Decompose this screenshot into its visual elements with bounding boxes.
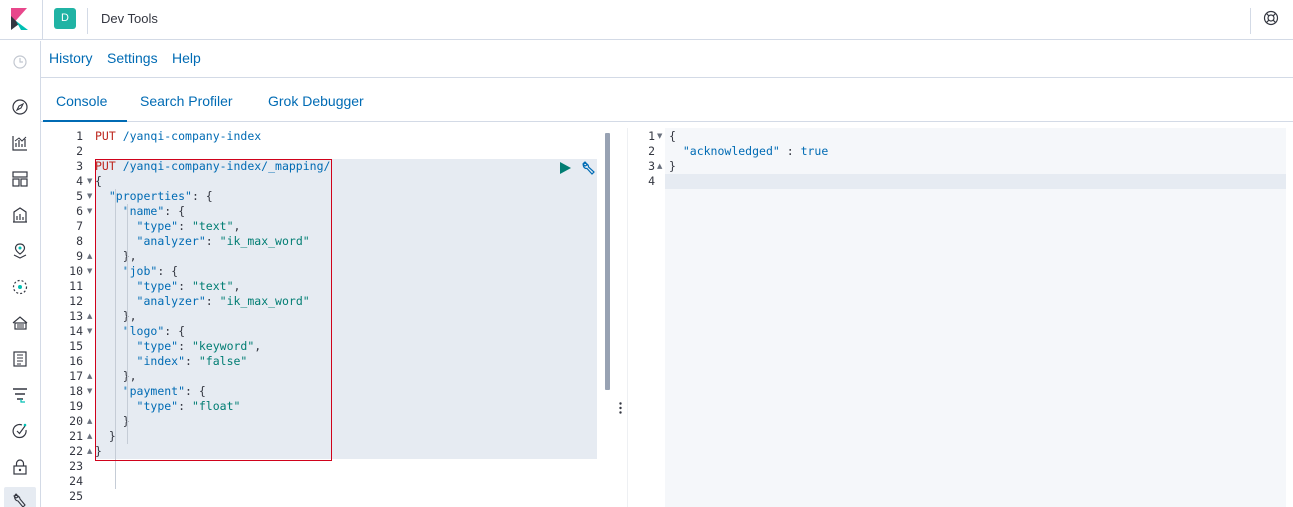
line-number: 13 [69, 309, 83, 323]
help-lifebuoy-icon[interactable] [1263, 10, 1279, 26]
line-number: 1 [648, 129, 655, 143]
line-number: 11 [69, 279, 83, 293]
console-editor[interactable]: 1 2 3 4 ▼ 5 ▼ 6 ▼ 7 8 9 ▲ 10 ▼ 11 12 13 ▲ 14 ▼ 15 16 17 ▲ 18 ▼ 19 20… [43, 128, 613, 507]
editor-scrollbar[interactable] [605, 133, 610, 390]
logs-icon[interactable] [11, 350, 29, 368]
dashboard-icon[interactable] [11, 170, 29, 188]
fold-up-icon[interactable]: ▲ [87, 312, 92, 320]
drag-handle-icon[interactable] [619, 402, 622, 414]
line-number: 8 [76, 234, 83, 248]
line-number: 12 [69, 294, 83, 308]
line-number: 18 [69, 384, 83, 398]
space-avatar[interactable]: D [54, 8, 76, 29]
code-token: } [669, 159, 676, 173]
line-number: 19 [69, 399, 83, 413]
line-number: 1 [76, 129, 83, 143]
menu-history[interactable]: History [49, 50, 93, 66]
elastic-logo-icon[interactable] [8, 8, 30, 30]
code-line: "acknowledged" : true [669, 144, 828, 159]
app-divider [87, 8, 88, 34]
fold-up-icon[interactable]: ▲ [87, 372, 92, 380]
help-divider [1250, 8, 1251, 34]
line-number: 10 [69, 264, 83, 278]
line-number: 25 [69, 489, 83, 503]
code-token: /yanqi-company-index [115, 129, 262, 143]
output-code[interactable]: { "acknowledged" : true} [669, 128, 1286, 507]
machine-learning-icon[interactable] [11, 278, 29, 296]
side-nav [0, 41, 41, 507]
fold-down-icon[interactable]: ▼ [87, 207, 92, 215]
line-number: 22 [69, 444, 83, 458]
code-line: PUT /yanqi-company-index [95, 129, 261, 144]
tab-search-profiler[interactable]: Search Profiler [140, 93, 233, 109]
line-number: 4 [76, 174, 83, 188]
app-title: Dev Tools [101, 11, 158, 26]
line-number: 16 [69, 354, 83, 368]
line-number: 3 [648, 159, 655, 173]
fold-up-icon[interactable]: ▲ [87, 447, 92, 455]
code-token: true [800, 144, 829, 158]
recently-viewed-icon[interactable] [11, 53, 29, 71]
logo-divider [42, 0, 43, 40]
line-number: 3 [76, 159, 83, 173]
line-number: 24 [69, 474, 83, 488]
editor-gutter: 1 2 3 4 ▼ 5 ▼ 6 ▼ 7 8 9 ▲ 10 ▼ 11 12 13 ▲ 14 ▼ 15 16 17 ▲ 18 ▼ 19 20… [43, 128, 95, 507]
fold-down-icon[interactable]: ▼ [87, 267, 92, 275]
line-number: 4 [648, 174, 655, 188]
selection-box [95, 159, 332, 461]
code-token: : [779, 144, 801, 158]
line-number: 9 [76, 249, 83, 263]
line-number: 23 [69, 459, 83, 473]
code-token: "acknowledged" [682, 144, 780, 158]
panel-resizer[interactable] [614, 128, 628, 507]
line-number: 5 [76, 189, 83, 203]
wrench-options-icon[interactable] [581, 160, 597, 176]
security-icon[interactable] [11, 458, 29, 476]
fold-down-icon[interactable]: ▼ [87, 387, 92, 395]
fold-down-icon[interactable]: ▼ [657, 132, 662, 140]
top-header: D Dev Tools [0, 0, 1293, 40]
send-request-play-icon[interactable] [559, 162, 571, 174]
line-number: 21 [69, 429, 83, 443]
tab-console[interactable]: Console [56, 93, 107, 109]
line-number: 7 [76, 219, 83, 233]
fold-down-icon[interactable]: ▼ [87, 177, 92, 185]
fold-up-icon[interactable]: ▲ [87, 432, 92, 440]
code-line: { [669, 129, 676, 144]
line-number: 2 [76, 144, 83, 158]
code-token: { [669, 129, 676, 143]
response-output[interactable]: 1 ▼ 2 3 ▲ 4 { "acknowledged" : true} [628, 128, 1293, 507]
visualize-icon[interactable] [11, 134, 29, 152]
line-number: 17 [69, 369, 83, 383]
tab-grok-debugger[interactable]: Grok Debugger [268, 93, 364, 109]
fold-down-icon[interactable]: ▼ [87, 327, 92, 335]
dev-tools-icon[interactable] [11, 491, 29, 507]
line-number: 6 [76, 204, 83, 218]
dev-tools-menu: History Settings Help [41, 41, 1293, 78]
tabs-bar: Console Search Profiler Grok Debugger [41, 78, 1293, 122]
line-number: 2 [648, 144, 655, 158]
code-token: PUT [95, 129, 116, 143]
discover-compass-icon[interactable] [11, 98, 29, 116]
maps-icon[interactable] [11, 242, 29, 260]
infrastructure-icon[interactable] [11, 314, 29, 332]
fold-up-icon[interactable]: ▲ [87, 252, 92, 260]
line-number: 14 [69, 324, 83, 338]
active-tab-underline [43, 120, 127, 122]
line-number: 20 [69, 414, 83, 428]
fold-up-icon[interactable]: ▲ [657, 162, 662, 170]
apm-icon[interactable] [11, 386, 29, 404]
line-number: 15 [69, 339, 83, 353]
uptime-icon[interactable] [11, 422, 29, 440]
code-line: } [669, 159, 676, 174]
menu-settings[interactable]: Settings [107, 50, 158, 66]
fold-up-icon[interactable]: ▲ [87, 417, 92, 425]
output-gutter: 1 ▼ 2 3 ▲ 4 [628, 128, 665, 507]
canvas-icon[interactable] [11, 206, 29, 224]
fold-down-icon[interactable]: ▼ [87, 192, 92, 200]
menu-help[interactable]: Help [172, 50, 201, 66]
dev-tools-nav-active[interactable] [4, 487, 36, 507]
